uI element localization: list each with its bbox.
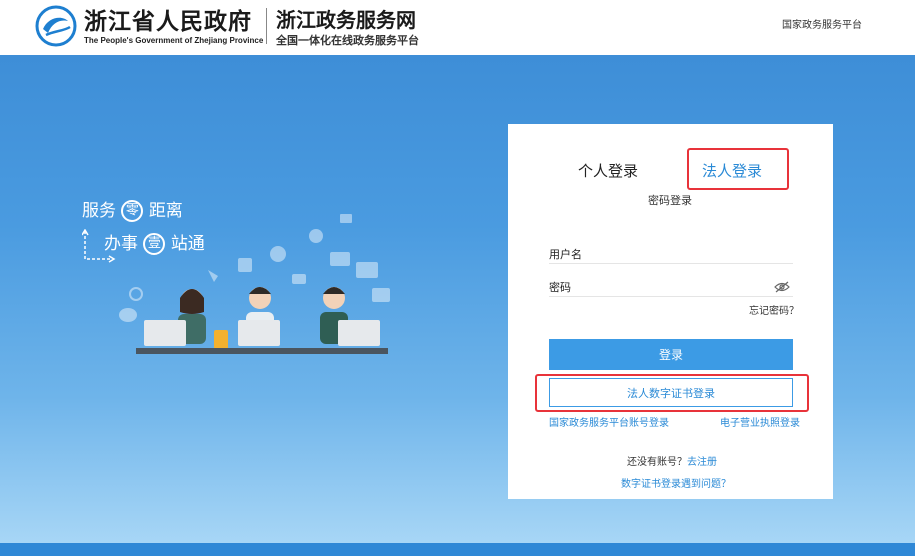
username-label: 用户名: [549, 248, 582, 261]
password-input[interactable]: [590, 276, 770, 294]
legal-cert-login-button[interactable]: 法人数字证书登录: [549, 378, 793, 407]
login-button[interactable]: 登录: [549, 339, 793, 370]
password-login-mode[interactable]: 密码登录: [648, 192, 692, 208]
tab-personal-login[interactable]: 个人登录: [578, 160, 638, 181]
site-subtitle: 全国一体化在线政务服务平台: [276, 34, 419, 47]
no-account-prompt: 还没有账号？去注册: [627, 453, 717, 468]
username-input[interactable]: [590, 243, 790, 261]
customer-service-illustration: [119, 214, 390, 354]
eye-hidden-icon[interactable]: [774, 281, 790, 293]
national-platform-link[interactable]: 国家政务服务平台: [782, 16, 862, 31]
gov-title[interactable]: 浙江省人民政府: [84, 2, 252, 36]
password-underline: [549, 296, 793, 297]
no-account-text: 还没有账号？: [627, 457, 687, 468]
national-account-login-link[interactable]: 国家政务服务平台账号登录: [549, 414, 669, 429]
username-underline: [549, 263, 793, 264]
tab-legal-login[interactable]: 法人登录: [702, 160, 762, 181]
gov-subtitle: The People's Government of Zhejiang Prov…: [84, 36, 264, 45]
forgot-password-link[interactable]: 忘记密码？: [749, 302, 799, 317]
zhejiang-logo-icon[interactable]: [34, 5, 78, 47]
site-title[interactable]: 浙江政务服务网: [276, 4, 416, 33]
register-link[interactable]: 去注册: [687, 457, 717, 468]
business-license-login-link[interactable]: 电子营业执照登录: [720, 414, 800, 429]
header-divider: [266, 8, 267, 44]
footer-bar: [0, 543, 915, 556]
password-label: 密码: [549, 281, 571, 294]
site-header: 浙江省人民政府 The People's Government of Zheji…: [0, 0, 915, 55]
cert-problem-link[interactable]: 数字证书登录遇到问题？: [621, 475, 731, 490]
